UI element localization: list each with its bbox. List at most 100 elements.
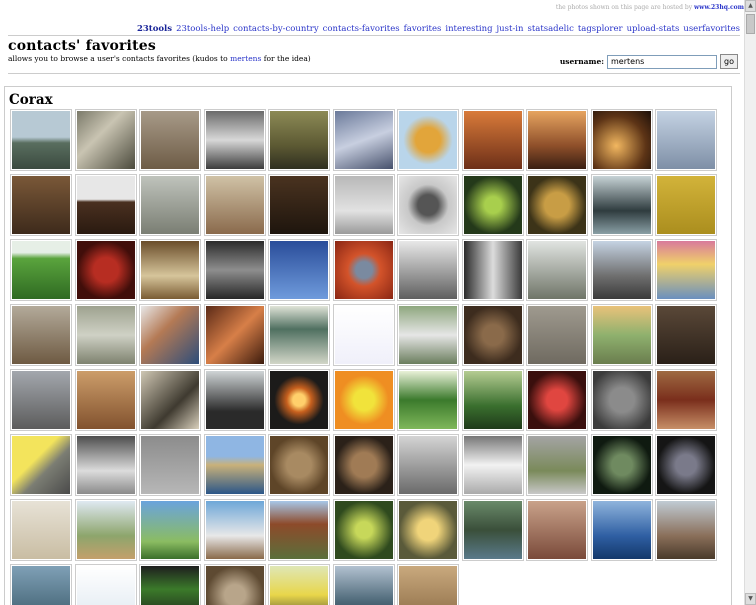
photo-thumbnail[interactable]	[461, 239, 524, 301]
photo-thumbnail[interactable]	[10, 499, 72, 561]
photo-thumbnail[interactable]	[10, 304, 72, 366]
photo-thumbnail[interactable]	[74, 369, 137, 431]
photo-thumbnail[interactable]	[526, 304, 588, 366]
photo-thumbnail[interactable]	[268, 109, 330, 171]
photo-thumbnail[interactable]	[203, 434, 266, 496]
photo-thumbnail[interactable]	[74, 174, 137, 236]
nav-link-upload-stats[interactable]: upload-stats	[627, 24, 680, 34]
photo-thumbnail[interactable]	[74, 564, 137, 605]
nav-link-favorites[interactable]: favorites	[404, 24, 442, 34]
photo-thumbnail[interactable]	[332, 499, 395, 561]
photo-thumbnail[interactable]	[526, 109, 588, 171]
photo-thumbnail[interactable]	[74, 239, 137, 301]
scroll-down-arrow-icon[interactable]: ▼	[745, 593, 756, 605]
photo-thumbnail[interactable]	[139, 109, 201, 171]
photo-thumbnail[interactable]	[10, 434, 72, 496]
photo-thumbnail[interactable]	[397, 434, 459, 496]
photo-thumbnail[interactable]	[526, 174, 588, 236]
photo-thumbnail[interactable]	[655, 369, 717, 431]
photo-thumbnail[interactable]	[268, 434, 330, 496]
photo-thumbnail[interactable]	[139, 304, 201, 366]
go-button[interactable]: go	[720, 54, 738, 69]
photo-thumbnail[interactable]	[590, 434, 653, 496]
photo-thumbnail[interactable]	[139, 174, 201, 236]
photo-thumbnail[interactable]	[10, 369, 72, 431]
photo-thumbnail[interactable]	[74, 304, 137, 366]
photo-thumbnail[interactable]	[10, 239, 72, 301]
photo-thumbnail[interactable]	[203, 239, 266, 301]
photo-thumbnail[interactable]	[461, 109, 524, 171]
photo-thumbnail[interactable]	[268, 174, 330, 236]
photo-thumbnail[interactable]	[203, 304, 266, 366]
photo-thumbnail[interactable]	[526, 239, 588, 301]
photo-thumbnail[interactable]	[655, 109, 717, 171]
photo-thumbnail[interactable]	[526, 499, 588, 561]
photo-thumbnail[interactable]	[655, 174, 717, 236]
photo-thumbnail[interactable]	[590, 369, 653, 431]
photo-thumbnail[interactable]	[655, 304, 717, 366]
photo-thumbnail[interactable]	[461, 499, 524, 561]
photo-thumbnail[interactable]	[139, 239, 201, 301]
nav-link-tagsplorer[interactable]: tagsplorer	[578, 24, 623, 34]
nav-link-statsadelic[interactable]: statsadelic	[527, 24, 573, 34]
photo-thumbnail[interactable]	[461, 174, 524, 236]
vertical-scrollbar[interactable]: ▲ ▼	[744, 0, 756, 605]
photo-thumbnail[interactable]	[590, 239, 653, 301]
photo-thumbnail[interactable]	[203, 369, 266, 431]
nav-link-interesting[interactable]: interesting	[445, 24, 492, 34]
photo-thumbnail[interactable]	[461, 369, 524, 431]
photo-thumbnail[interactable]	[74, 109, 137, 171]
photo-thumbnail[interactable]	[332, 304, 395, 366]
photo-thumbnail[interactable]	[10, 174, 72, 236]
nav-link-contacts-favorites[interactable]: contacts-favorites	[323, 24, 400, 34]
photo-thumbnail[interactable]	[203, 109, 266, 171]
photo-thumbnail[interactable]	[332, 434, 395, 496]
photo-thumbnail[interactable]	[203, 174, 266, 236]
photo-thumbnail[interactable]	[268, 239, 330, 301]
photo-thumbnail[interactable]	[268, 304, 330, 366]
mertens-link[interactable]: mertens	[230, 54, 261, 63]
nav-link-just-in[interactable]: just-in	[497, 24, 524, 34]
photo-thumbnail[interactable]	[332, 369, 395, 431]
photo-thumbnail[interactable]	[397, 499, 459, 561]
photo-thumbnail[interactable]	[332, 174, 395, 236]
nav-link-contacts-by-country[interactable]: contacts-by-country	[233, 24, 318, 34]
photo-thumbnail[interactable]	[590, 304, 653, 366]
photo-thumbnail[interactable]	[461, 304, 524, 366]
scrollbar-thumb[interactable]	[746, 14, 755, 34]
hosted-by-link[interactable]: www.23hq.com	[694, 4, 744, 11]
photo-thumbnail[interactable]	[397, 239, 459, 301]
photo-thumbnail[interactable]	[655, 499, 717, 561]
photo-thumbnail[interactable]	[268, 564, 330, 605]
photo-thumbnail[interactable]	[139, 499, 201, 561]
photo-thumbnail[interactable]	[332, 109, 395, 171]
photo-thumbnail[interactable]	[203, 499, 266, 561]
photo-thumbnail[interactable]	[397, 109, 459, 171]
scroll-up-arrow-icon[interactable]: ▲	[745, 0, 756, 12]
nav-link-23tools[interactable]: 23tools	[137, 24, 172, 34]
photo-thumbnail[interactable]	[332, 564, 395, 605]
photo-thumbnail[interactable]	[526, 434, 588, 496]
photo-thumbnail[interactable]	[268, 499, 330, 561]
photo-thumbnail[interactable]	[590, 499, 653, 561]
photo-thumbnail[interactable]	[203, 564, 266, 605]
photo-thumbnail[interactable]	[397, 369, 459, 431]
photo-thumbnail[interactable]	[10, 564, 72, 605]
photo-thumbnail[interactable]	[397, 564, 459, 605]
photo-thumbnail[interactable]	[526, 369, 588, 431]
nav-link-23tools-help[interactable]: 23tools-help	[176, 24, 229, 34]
photo-thumbnail[interactable]	[139, 434, 201, 496]
photo-thumbnail[interactable]	[268, 369, 330, 431]
photo-thumbnail[interactable]	[139, 369, 201, 431]
username-input[interactable]	[607, 54, 718, 69]
photo-thumbnail[interactable]	[139, 564, 201, 605]
photo-thumbnail[interactable]	[397, 304, 459, 366]
photo-thumbnail[interactable]	[461, 434, 524, 496]
photo-thumbnail[interactable]	[590, 174, 653, 236]
photo-thumbnail[interactable]	[397, 174, 459, 236]
photo-thumbnail[interactable]	[332, 239, 395, 301]
photo-thumbnail[interactable]	[655, 239, 717, 301]
photo-thumbnail[interactable]	[10, 109, 72, 171]
photo-thumbnail[interactable]	[74, 499, 137, 561]
photo-thumbnail[interactable]	[590, 109, 653, 171]
